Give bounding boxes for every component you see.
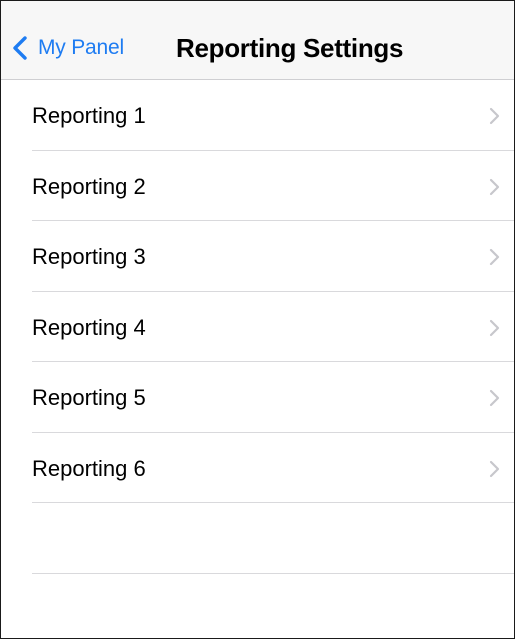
list-item[interactable]: Reporting 3	[32, 221, 514, 292]
chevron-right-icon	[489, 389, 500, 407]
list-item-label: Reporting 3	[32, 244, 146, 269]
chevron-left-icon	[13, 36, 27, 60]
chevron-right-icon	[489, 319, 500, 336]
back-button[interactable]: My Panel	[12, 30, 124, 66]
list-item[interactable]: Reporting 5	[32, 362, 514, 433]
app-screen: My Panel Reporting Settings Reporting 1 …	[0, 0, 515, 639]
back-button-label: My Panel	[38, 36, 124, 59]
list-item[interactable]: Reporting 2	[32, 151, 514, 221]
chevron-right-icon	[489, 107, 500, 125]
list-item-label: Reporting 1	[32, 103, 146, 128]
chevron-right-icon	[489, 460, 500, 477]
list-item-label: Reporting 4	[32, 314, 146, 340]
list-item[interactable]: Reporting 4	[32, 292, 514, 362]
chevron-right-icon	[489, 248, 500, 266]
list-item[interactable]: Reporting 6	[32, 433, 514, 503]
page-title: Reporting Settings	[176, 33, 404, 63]
list-item[interactable]: Reporting 1	[32, 80, 514, 151]
list-item-label: Reporting 2	[32, 173, 146, 199]
reporting-list: Reporting 1 Reporting 2 Reporting 3 Repo…	[1, 80, 514, 574]
chevron-right-icon	[489, 178, 500, 195]
list-item-label: Reporting 5	[32, 385, 146, 410]
navigation-bar: My Panel Reporting Settings	[1, 1, 514, 80]
empty-list-row	[32, 503, 514, 574]
list-item-label: Reporting 6	[32, 455, 146, 481]
